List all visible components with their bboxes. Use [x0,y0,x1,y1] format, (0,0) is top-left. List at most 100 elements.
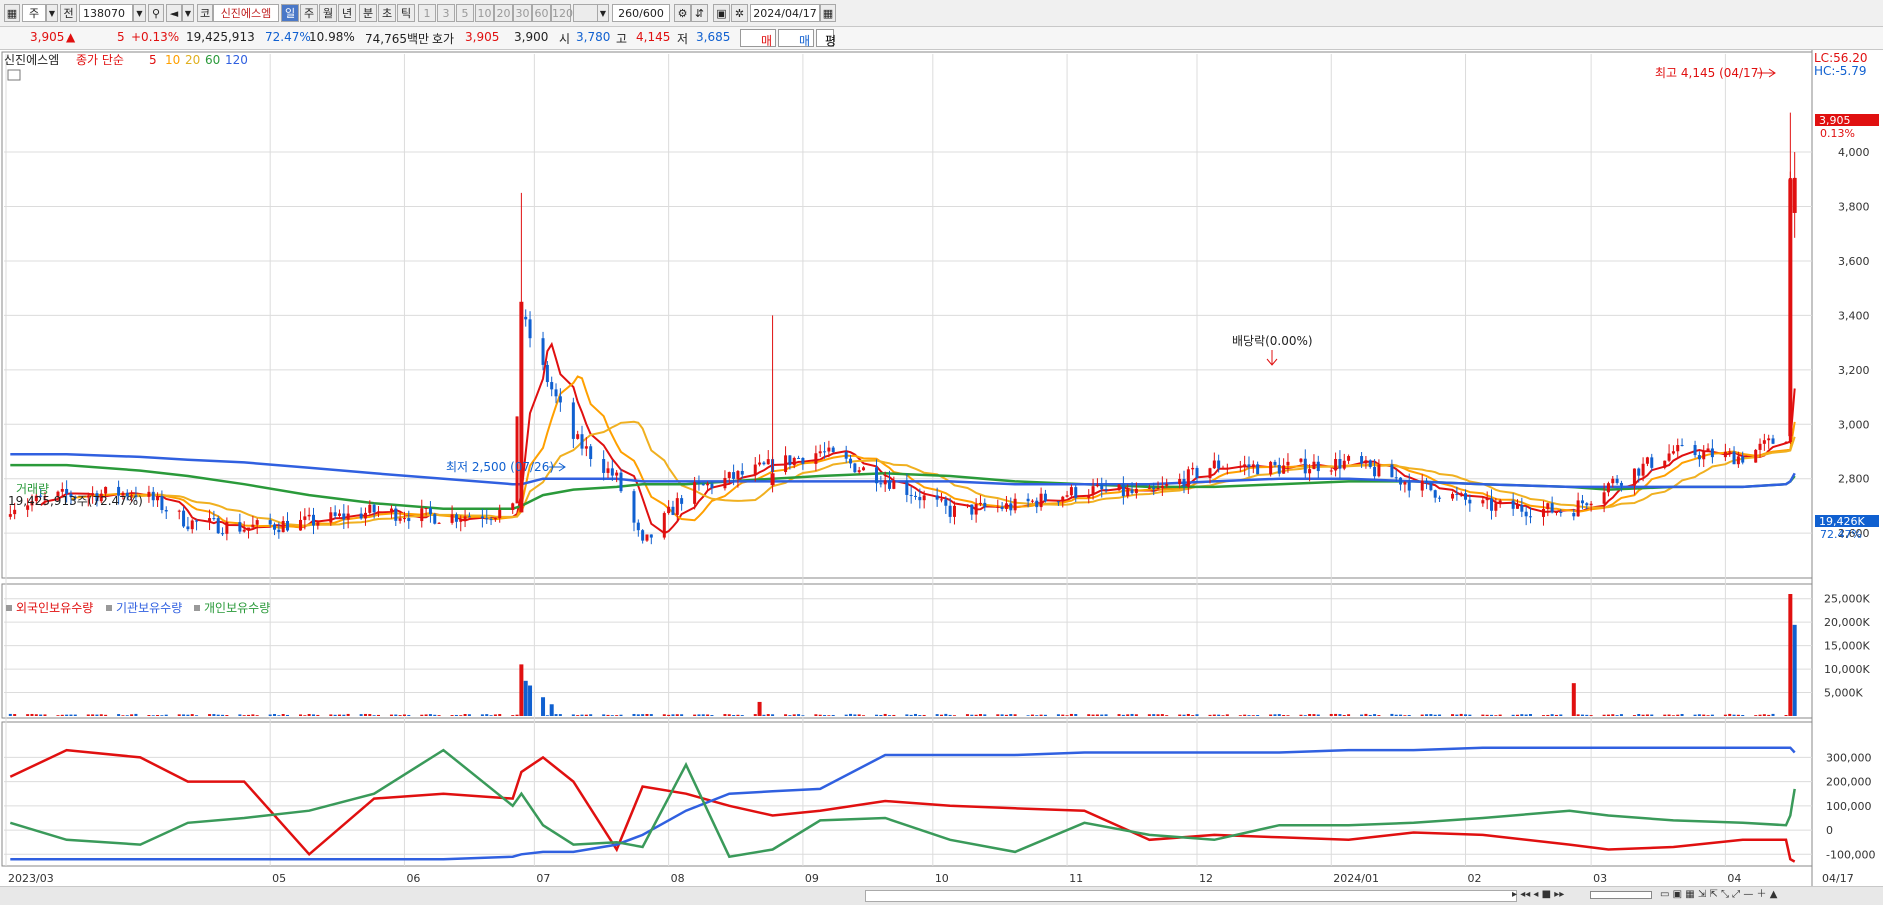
volume-bar [311,714,315,716]
volume-bar [584,714,588,716]
layout-icon[interactable]: ▦ [4,4,20,22]
candle-body [766,459,770,465]
volume-bar [1459,713,1463,716]
candle-body [489,519,493,521]
grid-toggle-icon[interactable] [7,69,21,81]
volume-bar [1221,715,1225,716]
zoom-slider[interactable] [1590,891,1652,899]
volume-spike-bar [528,685,533,716]
scroll-track[interactable] [865,890,1517,902]
volume-bar [545,715,549,716]
interval-3[interactable]: 3 [437,4,455,22]
volume-bar [1074,714,1078,716]
volume-bar [147,715,151,716]
chart-svg[interactable]: 신진에스엠 종가 단순 5 10 20 60 120 LC:56.20 HC:-… [0,50,1883,886]
candle-body [268,520,272,525]
chart-type-icon[interactable]: ⇵ [691,4,708,22]
interval-10[interactable]: 10 [475,4,494,22]
price-tick-label: 3,000 [1838,418,1870,431]
interval-60[interactable]: 60 [532,4,551,22]
volume-bar [706,714,710,716]
candle-body [420,508,424,522]
volume-bar [1095,714,1099,716]
candle-body [1429,482,1433,491]
company-name-field[interactable]: 신진에스엠 [213,4,279,22]
chart-area[interactable]: 신진에스엠 종가 단순 5 10 20 60 120 LC:56.20 HC:-… [0,50,1883,886]
candle-body [1459,493,1463,495]
company-prefix[interactable]: 코 [197,4,213,22]
volume-bar [1663,714,1667,716]
sell-button[interactable]: 매도 [778,29,814,65]
market-select[interactable]: 주 [22,4,46,22]
volume-bar [121,715,125,716]
candle-body [1221,468,1225,470]
search-icon[interactable]: ⚲ [148,4,164,22]
period-second[interactable]: 초 [378,4,396,22]
buy-button[interactable]: 매수 [740,29,776,65]
candle-body [1156,487,1160,490]
volume-bar [1360,714,1364,716]
calendar-icon[interactable]: ▦ [820,4,836,22]
spike-candle-body [1792,177,1797,213]
candle-body [498,510,502,519]
volume-bar [195,715,199,716]
candle-body [407,518,411,522]
volume-bar [1069,713,1073,716]
volume-bar [463,714,467,716]
speaker-icon[interactable]: ◄ [166,4,182,22]
count-field[interactable]: 260/600 [612,4,670,22]
ma120-line [10,452,1796,489]
interval-1[interactable]: 1 [418,4,436,22]
volume-bar [242,715,246,716]
candle-body [1074,487,1078,498]
candle-body [1043,493,1047,502]
open-label: 시 [559,32,571,46]
candle-body [996,506,1000,508]
interval-30[interactable]: 30 [513,4,532,22]
blank-dropdown-icon[interactable]: ▼ [597,4,609,22]
save-icon[interactable]: ▣ [713,4,730,22]
candle-body [212,518,216,520]
volume-bar [346,713,350,716]
code-dropdown-icon[interactable]: ▼ [133,4,146,22]
volume-bar [1468,714,1472,716]
volume-bar [1520,714,1524,716]
candle-body [1269,461,1273,475]
ma60-line [10,463,1796,510]
candle-body [1087,494,1091,498]
volume-bar [95,714,99,716]
candle-body [909,494,913,496]
volume-bar [1061,714,1065,716]
volume-bar [732,715,736,716]
period-day[interactable]: 일 [281,4,299,22]
candle-body [1606,483,1610,493]
view-tools-icon[interactable]: ▭ ▣ ▦ ⇲ ⇱ ⤡ ⤢ — ＋ ▲ [1660,888,1880,902]
interval-5[interactable]: 5 [456,4,474,22]
settings-icon[interactable]: ⚙ [674,4,691,22]
candle-body [636,522,640,531]
period-year[interactable]: 년 [338,4,356,22]
candle-body [615,472,619,476]
chevron-down-icon[interactable]: ▼ [46,4,58,22]
candle-body [1117,484,1121,491]
period-tick[interactable]: 틱 [397,4,415,22]
interval-20[interactable]: 20 [494,4,513,22]
gear-icon[interactable]: ✲ [731,4,748,22]
volume-bar [1104,714,1108,716]
period-month[interactable]: 월 [319,4,337,22]
period-week[interactable]: 주 [300,4,318,22]
speaker-dropdown-icon[interactable]: ▼ [182,4,194,22]
candle-body [182,510,186,527]
period-minute[interactable]: 분 [359,4,377,22]
nav-buttons-icon[interactable]: ▸ ◂◂ ◂ ■ ▸▸ [1512,888,1592,902]
volume-bar [905,714,909,716]
prefix-button[interactable]: 전 [60,4,77,22]
volume-bar [1251,715,1255,716]
date-field[interactable]: 2024/04/17 [750,4,820,22]
volume-bar [602,714,606,716]
extra-button[interactable]: 평 [816,29,836,48]
candle-body [1632,468,1636,486]
scrollbar[interactable]: ▸ ◂◂ ◂ ■ ▸▸ ▭ ▣ ▦ ⇲ ⇱ ⤡ ⤢ — ＋ ▲ [0,886,1883,905]
interval-120[interactable]: 120 [551,4,573,22]
code-input[interactable]: 138070 [79,4,133,22]
